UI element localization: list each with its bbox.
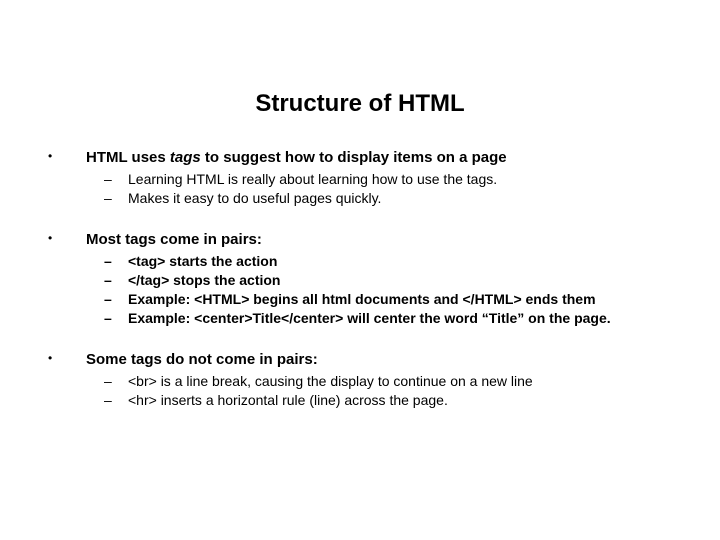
bullet-2-sub-4: Example: <center>Title</center> will cen…: [86, 309, 680, 328]
bullet-3-sub-2: <hr> inserts a horizontal rule (line) ac…: [86, 391, 680, 410]
bullet-2-subs: <tag> starts the action </tag> stops the…: [86, 252, 680, 328]
bullet-1-head-post: to suggest how to display items on a pag…: [201, 149, 507, 166]
bullet-1-head-em: tags: [170, 149, 201, 166]
slide: Structure of HTML HTML uses tags to sugg…: [0, 0, 720, 540]
bullet-3: Some tags do not come in pairs: <br> is …: [40, 350, 680, 410]
slide-title: Structure of HTML: [40, 0, 680, 148]
bullet-1-head: HTML uses tags to suggest how to display…: [86, 149, 507, 166]
bullet-1-sub-2: Makes it easy to do useful pages quickly…: [86, 189, 680, 208]
bullet-1-subs: Learning HTML is really about learning h…: [86, 170, 680, 208]
bullet-1-sub-1: Learning HTML is really about learning h…: [86, 170, 680, 189]
bullet-2-head: Most tags come in pairs:: [86, 231, 262, 248]
bullet-list: HTML uses tags to suggest how to display…: [40, 148, 680, 410]
bullet-2-sub-1: <tag> starts the action: [86, 252, 680, 271]
bullet-3-sub-1: <br> is a line break, causing the displa…: [86, 372, 680, 391]
bullet-1-head-pre: HTML uses: [86, 149, 170, 166]
bullet-3-subs: <br> is a line break, causing the displa…: [86, 372, 680, 410]
bullet-2: Most tags come in pairs: <tag> starts th…: [40, 230, 680, 328]
bullet-2-sub-3: Example: <HTML> begins all html document…: [86, 290, 680, 309]
bullet-2-sub-2: </tag> stops the action: [86, 271, 680, 290]
bullet-3-head: Some tags do not come in pairs:: [86, 351, 318, 368]
bullet-1: HTML uses tags to suggest how to display…: [40, 148, 680, 208]
